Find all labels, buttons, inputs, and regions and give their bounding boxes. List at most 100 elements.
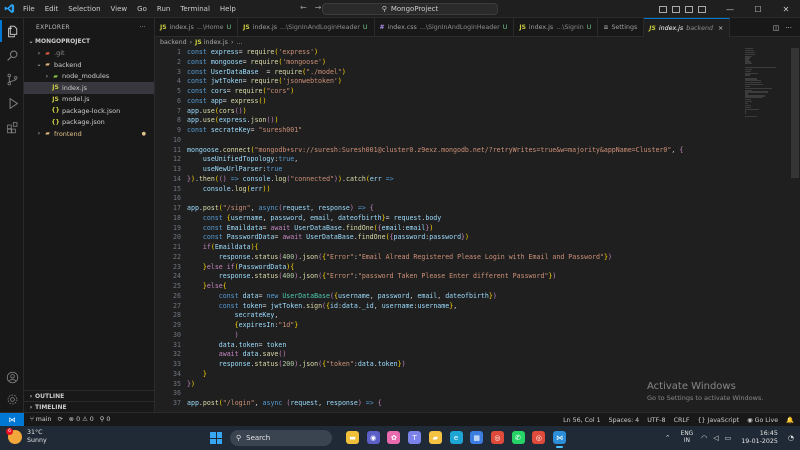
menu-help[interactable]: Help: [215, 5, 241, 13]
customize-layout-icon[interactable]: [698, 5, 706, 13]
tree-item-frontend[interactable]: › ▰ frontend ●: [24, 128, 154, 140]
forward-arrow-icon[interactable]: →: [315, 3, 322, 12]
go-live-button[interactable]: ◉ Go Live: [747, 417, 778, 424]
code-line[interactable]: const PasswordData= await UserDataBase.f…: [187, 233, 742, 243]
tree-item-node-modules[interactable]: › ▰ node_modules: [24, 71, 154, 83]
code-line[interactable]: app.post("/sign", async(request, respons…: [187, 204, 742, 214]
colorful-app-icon[interactable]: ✿: [387, 431, 401, 444]
code-editor[interactable]: 1 2 3 4 5 6 7 8 9 10 11 12 13 14 15 16 17 18 19 20 21 22 23 24 2…: [155, 48, 800, 412]
battery-icon[interactable]: ▭: [725, 434, 732, 442]
code-line[interactable]: const jwtToken= require('jsonwebtoken'): [187, 77, 742, 87]
clock[interactable]: 16:45 19-01-2025: [741, 430, 778, 446]
code-line[interactable]: [187, 194, 742, 204]
outline-section[interactable]: › OUTLINE: [24, 390, 155, 401]
notification-icon[interactable]: ◔: [788, 434, 794, 442]
code-line[interactable]: console.log(err)): [187, 185, 742, 195]
code-line[interactable]: useUnifiedTopology:true,: [187, 155, 742, 165]
split-editor-icon[interactable]: ◫: [773, 24, 780, 32]
code-line[interactable]: const secrateKey= "suresh001": [187, 126, 742, 136]
meet-icon[interactable]: ◉: [366, 431, 380, 444]
accounts-icon[interactable]: [0, 366, 24, 388]
code-content[interactable]: const express= require('express') const m…: [187, 48, 742, 409]
code-line[interactable]: const token= jwtToken.sign({id:data._id,…: [187, 302, 742, 312]
problems-indicator[interactable]: ⊗ 0 ⚠ 0: [69, 416, 94, 423]
menu-terminal[interactable]: Terminal: [175, 5, 215, 13]
code-line[interactable]: const Emaildata= await UserDataBase.find…: [187, 224, 742, 234]
menu-edit[interactable]: Edit: [40, 5, 64, 13]
remote-indicator-icon[interactable]: ⋈: [0, 412, 24, 427]
close-tab-icon[interactable]: ×: [718, 25, 723, 32]
code-line[interactable]: }else if(PasswordData){: [187, 263, 742, 273]
chevron-up-icon[interactable]: ⌃: [665, 434, 671, 442]
code-line[interactable]: }else{: [187, 282, 742, 292]
code-line[interactable]: response.status(200).json({"token":data.…: [187, 360, 742, 370]
edge-icon[interactable]: e: [449, 431, 463, 444]
chrome-2-icon[interactable]: ◎: [532, 431, 546, 444]
tab-index-css[interactable]: # index.css ...\SignInAndLoginHeader U: [375, 18, 515, 37]
cursor-position[interactable]: Ln 56, Col 1: [563, 417, 601, 424]
extensions-icon[interactable]: [0, 116, 24, 138]
code-line[interactable]: response.status(400).json({"Error":"pass…: [187, 272, 742, 282]
code-line[interactable]: const data= new UserDataBase({username, …: [187, 292, 742, 302]
code-line[interactable]: const app= express(): [187, 97, 742, 107]
code-line[interactable]: {expiresIn:"1d"}: [187, 321, 742, 331]
toggle-secondary-sidebar-icon[interactable]: [685, 5, 693, 13]
editor-scrollbar[interactable]: [791, 48, 799, 178]
timeline-section[interactable]: › TIMELINE: [24, 401, 155, 412]
code-line[interactable]: secrateKey,: [187, 311, 742, 321]
whatsapp-icon[interactable]: ✆: [511, 431, 525, 444]
tab-index-js[interactable]: JS index.js ...\Signin U: [514, 18, 599, 37]
code-line[interactable]: const mongoose= require('mongoose'): [187, 58, 742, 68]
back-arrow-icon[interactable]: ←: [300, 3, 307, 12]
toggle-panel-icon[interactable]: [672, 5, 680, 13]
notifications-bell-icon[interactable]: 🔔: [786, 416, 794, 424]
explorer-icon[interactable]: [0, 20, 24, 42]
vscode-icon[interactable]: ⋈: [553, 431, 566, 448]
more-actions-icon[interactable]: ···: [139, 24, 146, 31]
tree-item-backend[interactable]: ⌄ ▰ backend: [24, 59, 154, 71]
tab-index-js[interactable]: JS index.js ...\Home U: [155, 18, 239, 37]
run-debug-icon[interactable]: [0, 92, 24, 114]
code-line[interactable]: response.status(400).json({"Error":"Emai…: [187, 253, 742, 263]
folder-icon[interactable]: ▰: [428, 431, 442, 444]
code-line[interactable]: [187, 136, 742, 146]
tree-item--git[interactable]: › ▰ .git: [24, 48, 154, 60]
minimap[interactable]: [745, 48, 790, 128]
code-line[interactable]: mongoose.connect("mongodb+srv://suresh:S…: [187, 146, 742, 156]
tab-index-js[interactable]: JS index.js ...\SignInAndLoginHeader U: [238, 18, 375, 37]
code-line[interactable]: const UserDataBase = require("./model"): [187, 68, 742, 78]
breadcrumb-folder[interactable]: backend: [160, 39, 187, 46]
code-line[interactable]: const express= require('express'): [187, 48, 742, 58]
code-line[interactable]: const {username, password, email, dateof…: [187, 214, 742, 224]
tree-item-mongoproject[interactable]: ⌄ MONGOPROJECT: [24, 36, 154, 48]
source-control-icon[interactable]: [0, 68, 24, 90]
breadcrumb-symbol[interactable]: ...: [237, 39, 243, 46]
tree-item-package-lock-json[interactable]: {} package-lock.json: [24, 105, 154, 117]
code-line[interactable]: await data.save(): [187, 350, 742, 360]
wifi-icon[interactable]: ◠: [701, 434, 707, 442]
menu-run[interactable]: Run: [152, 5, 175, 13]
settings-gear-icon[interactable]: [0, 388, 24, 410]
code-line[interactable]: app.use(cors()): [187, 107, 742, 117]
volume-icon[interactable]: ◁: [713, 434, 718, 442]
more-actions-icon[interactable]: ···: [785, 24, 792, 32]
search-view-icon[interactable]: [0, 44, 24, 66]
file-explorer-icon[interactable]: ▬: [346, 431, 359, 444]
indentation[interactable]: Spaces: 4: [609, 417, 640, 424]
code-line[interactable]: ): [187, 331, 742, 341]
tab-index-js[interactable]: JS index.js backend ×: [644, 18, 731, 37]
start-button[interactable]: [210, 432, 222, 444]
menu-selection[interactable]: Selection: [63, 5, 105, 13]
tree-item-model-js[interactable]: JS model.js: [24, 94, 154, 106]
code-line[interactable]: useNewUrlParser:true: [187, 165, 742, 175]
menu-go[interactable]: Go: [132, 5, 152, 13]
store-icon[interactable]: ▦: [470, 431, 484, 444]
tree-item-index-js[interactable]: JS index.js: [24, 82, 154, 94]
encoding[interactable]: UTF-8: [647, 417, 665, 424]
code-line[interactable]: }).then(() => console.log("connected")).…: [187, 175, 742, 185]
language-mode[interactable]: {} JavaScript: [697, 417, 739, 424]
tree-item-package-json[interactable]: {} package.json: [24, 117, 154, 129]
tab-settings[interactable]: ≡ Settings: [598, 18, 645, 37]
toggle-sidebar-icon[interactable]: [659, 5, 667, 13]
git-branch[interactable]: main: [36, 416, 52, 423]
